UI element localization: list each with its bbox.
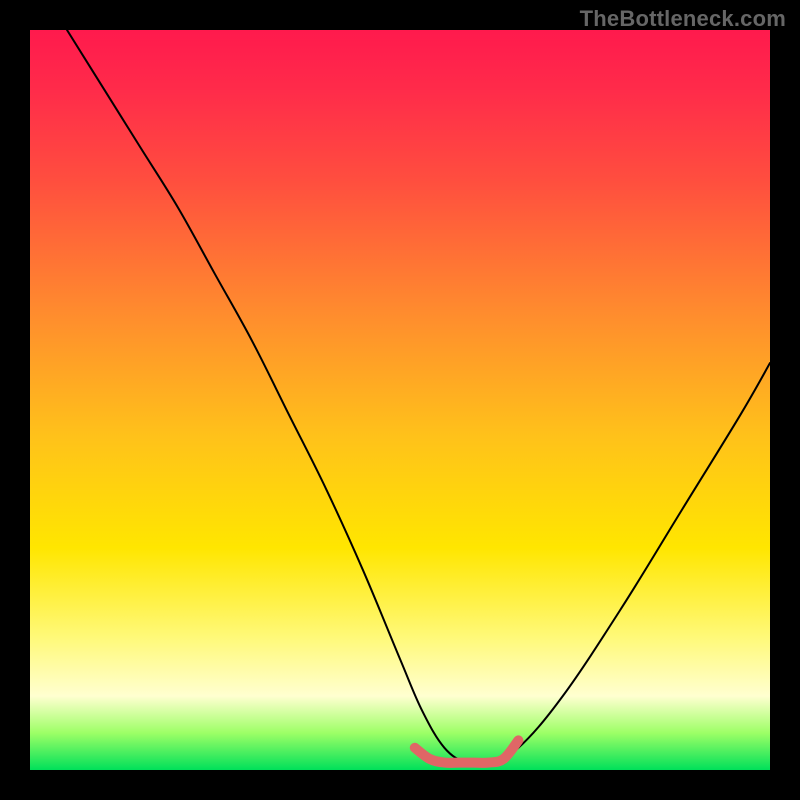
bottleneck-curve <box>67 30 770 765</box>
curve-layer <box>30 30 770 770</box>
watermark-text: TheBottleneck.com <box>580 6 786 32</box>
plot-area <box>30 30 770 770</box>
chart-frame: TheBottleneck.com <box>0 0 800 800</box>
flat-bottom-marker <box>415 740 519 762</box>
